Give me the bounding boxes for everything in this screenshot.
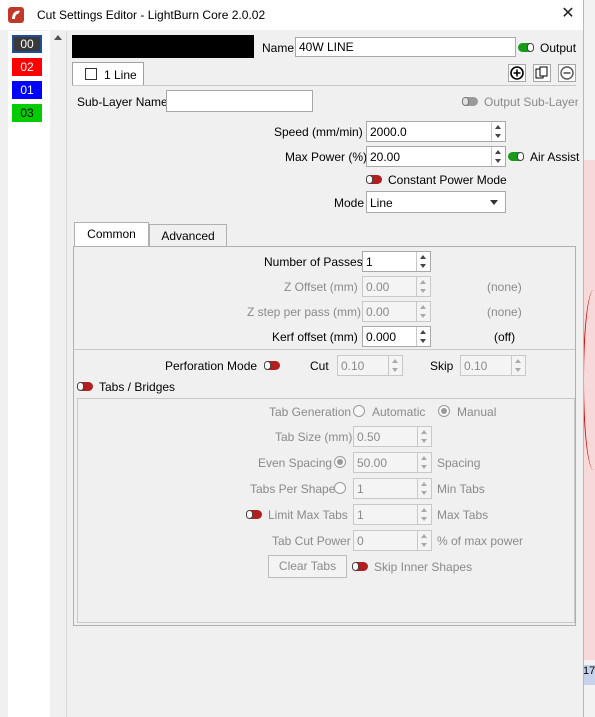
tab-size-label: Tab Size (mm) [275, 430, 353, 444]
tabs-bridges-toggle[interactable] [77, 382, 93, 391]
tab-common[interactable]: Common [74, 222, 149, 246]
tab-size-field[interactable]: 0.50 [353, 426, 432, 447]
min-tabs-label: Min Tabs [437, 482, 485, 496]
constant-power-label: Constant Power Mode [388, 173, 507, 187]
speed-label: Speed (mm/min) [274, 125, 363, 139]
manual-radio[interactable] [438, 405, 450, 417]
tabs-bridges-label: Tabs / Bridges [99, 380, 176, 394]
automatic-label: Automatic [372, 405, 426, 419]
scroll-up-icon[interactable] [54, 35, 62, 40]
output-sublayer-label: Output Sub-Layer [484, 95, 578, 109]
z-offset-note: (none) [487, 280, 522, 294]
minus-circle-icon [560, 66, 574, 80]
skip-label: Skip [430, 359, 454, 373]
output-sublayer-toggle[interactable] [462, 97, 478, 106]
max-power-field[interactable]: 20.00 [366, 146, 506, 167]
tab-sublayer-1[interactable]: 1 Line [72, 62, 144, 86]
window-title: Cut Settings Editor - LightBurn Core 2.0… [37, 8, 266, 22]
perforation-toggle[interactable] [264, 361, 280, 370]
background-status-cell: 17 [583, 665, 595, 685]
passes-label: Number of Passes [264, 255, 363, 269]
layer-item-03[interactable]: 03 [12, 104, 42, 122]
kerf-offset-field[interactable]: 0.000 [362, 326, 431, 347]
tab-cut-power-label: Tab Cut Power [272, 534, 351, 548]
speed-field[interactable]: 2000.0 [366, 121, 506, 142]
spacing-label: Spacing [437, 456, 481, 470]
spacing-field[interactable]: 50.00 [353, 452, 432, 473]
tab-advanced[interactable]: Advanced [149, 224, 227, 247]
tabs-per-shape-radio[interactable] [334, 482, 346, 494]
copy-sublayer-button[interactable] [533, 64, 551, 82]
limit-max-tabs-label: Limit Max Tabs [268, 508, 348, 522]
sublayer-name-field[interactable] [166, 90, 313, 112]
kerf-offset-note: (off) [494, 330, 516, 344]
layer-color-swatch [72, 35, 254, 58]
z-step-field[interactable]: 0.00 [362, 301, 431, 322]
tabs-per-shape-label: Tabs Per Shape [250, 482, 336, 496]
mode-select[interactable]: Line [366, 191, 506, 213]
output-toggle[interactable] [518, 43, 534, 52]
output-label: Output [540, 41, 577, 55]
layer-item-02[interactable]: 02 [12, 58, 42, 76]
plus-circle-icon [510, 66, 524, 80]
limit-max-tabs-toggle[interactable] [246, 510, 262, 519]
layer-item-00[interactable]: 00 [12, 35, 42, 53]
cut-settings-window: Cut Settings Editor - LightBurn Core 2.0… [0, 0, 584, 717]
remove-sublayer-button[interactable] [558, 64, 576, 82]
kerf-offset-label: Kerf offset (mm) [272, 330, 358, 344]
title-bar: Cut Settings Editor - LightBurn Core 2.0… [0, 0, 583, 30]
max-tabs-label: Max Tabs [437, 508, 489, 522]
pct-max-power-label: % of max power [437, 534, 524, 548]
tabs-per-shape-field[interactable]: 1 [353, 478, 432, 499]
sublayer-tab-label: 1 Line [104, 68, 137, 82]
z-offset-field[interactable]: 0.00 [362, 276, 431, 297]
perforation-label: Perforation Mode [165, 359, 258, 373]
skip-inner-shapes-label: Skip Inner Shapes [374, 560, 473, 574]
add-sublayer-button[interactable] [508, 64, 526, 82]
manual-label: Manual [457, 405, 497, 419]
air-assist-toggle[interactable] [508, 152, 524, 161]
copy-icon [535, 66, 548, 79]
automatic-radio[interactable] [353, 405, 365, 417]
air-assist-label: Air Assist [530, 150, 580, 164]
name-field[interactable]: 40W LINE [295, 37, 516, 57]
max-tabs-field[interactable]: 1 [353, 504, 432, 525]
layer-list: 00 02 01 03 [8, 31, 51, 717]
layer-item-01[interactable]: 01 [12, 81, 42, 99]
section-divider [74, 349, 575, 350]
name-label: Name [262, 41, 295, 55]
even-spacing-radio[interactable] [334, 456, 346, 468]
skip-inner-shapes-toggle[interactable] [352, 562, 368, 571]
tab-cut-power-field[interactable]: 0 [353, 530, 432, 551]
sublayer-checkbox[interactable] [85, 68, 97, 80]
constant-power-toggle[interactable] [366, 175, 382, 184]
background-corner-text: 17 [583, 665, 595, 677]
tab-divider [72, 85, 576, 86]
close-icon[interactable]: ✕ [558, 4, 578, 24]
sublayer-name-label: Sub-Layer Name [77, 95, 168, 109]
z-offset-label: Z Offset (mm) [284, 280, 358, 294]
z-step-label: Z step per pass (mm) [247, 305, 362, 319]
passes-field[interactable]: 1 [362, 251, 431, 272]
layer-list-scrollbar[interactable] [50, 31, 67, 717]
cut-field[interactable]: 0.10 [337, 355, 403, 376]
skip-field[interactable]: 0.10 [460, 355, 526, 376]
mode-label: Mode [334, 196, 365, 210]
max-power-label: Max Power (%) [285, 150, 368, 164]
chevron-down-icon [490, 200, 498, 205]
cut-label: Cut [310, 359, 329, 373]
even-spacing-label: Even Spacing [258, 456, 333, 470]
lightburn-app-icon [8, 7, 24, 23]
z-step-note: (none) [487, 305, 522, 319]
clear-tabs-button[interactable]: Clear Tabs [268, 555, 347, 578]
tab-generation-label: Tab Generation [269, 405, 352, 419]
